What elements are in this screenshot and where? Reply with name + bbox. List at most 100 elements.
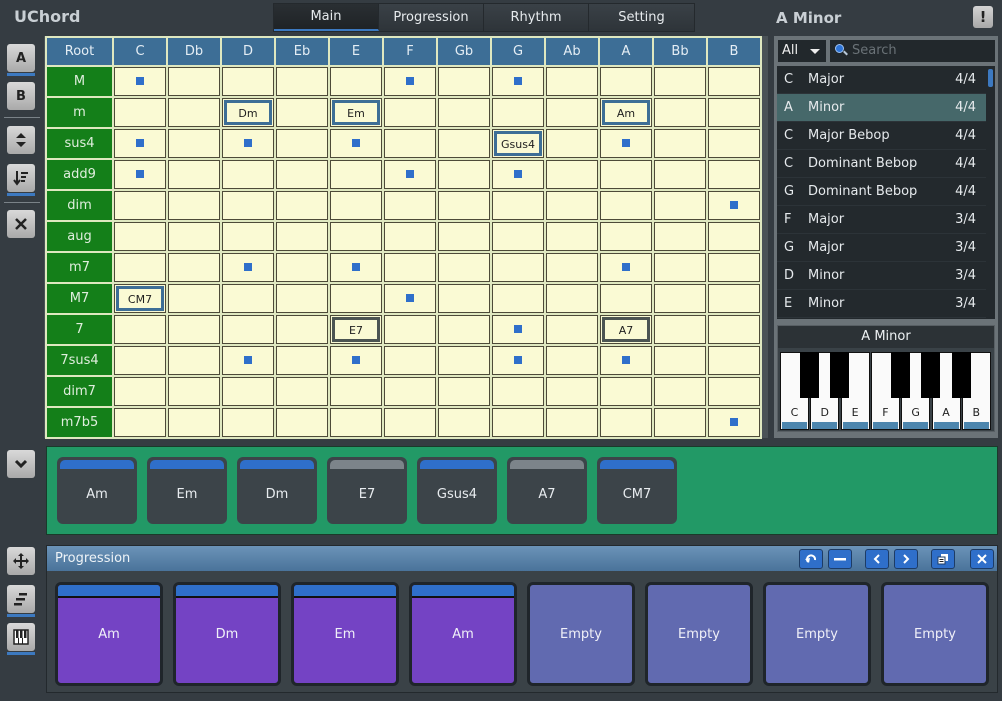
selected-chord[interactable]: Dm xyxy=(224,100,272,125)
align-button[interactable] xyxy=(7,585,35,617)
grid-cell[interactable] xyxy=(708,129,760,158)
scale-list-item[interactable]: C Dominant Bebop 4/4 xyxy=(777,150,986,178)
grid-cell[interactable] xyxy=(600,284,652,313)
grid-cell[interactable]: Dm xyxy=(222,98,274,127)
grid-cell[interactable] xyxy=(438,98,490,127)
column-header-f[interactable]: F xyxy=(384,38,436,65)
mode-a-button[interactable]: A xyxy=(7,44,35,76)
grid-cell[interactable] xyxy=(168,67,220,96)
progression-slot[interactable]: Empty xyxy=(881,582,989,686)
grid-cell[interactable] xyxy=(222,160,274,189)
grid-cell[interactable] xyxy=(384,408,436,437)
grid-cell[interactable] xyxy=(546,315,598,344)
grid-cell[interactable]: A7 xyxy=(600,315,652,344)
grid-cell[interactable] xyxy=(114,377,166,406)
grid-cell[interactable] xyxy=(330,129,382,158)
grid-cell[interactable] xyxy=(600,160,652,189)
grid-cell[interactable] xyxy=(168,160,220,189)
grid-cell[interactable] xyxy=(114,98,166,127)
remove-button[interactable] xyxy=(828,549,852,569)
grid-cell[interactable] xyxy=(492,346,544,375)
grid-cell[interactable] xyxy=(384,191,436,220)
piano-black-key[interactable] xyxy=(830,352,850,398)
grid-cell[interactable]: Am xyxy=(600,98,652,127)
column-header-a[interactable]: A xyxy=(600,38,652,65)
grid-cell[interactable] xyxy=(222,284,274,313)
scale-list-item[interactable]: E Minor 3/4 xyxy=(777,290,986,318)
grid-cell[interactable] xyxy=(708,408,760,437)
piano-black-key[interactable] xyxy=(951,352,971,398)
grid-cell[interactable] xyxy=(330,67,382,96)
grid-cell[interactable] xyxy=(654,129,706,158)
grid-cell[interactable] xyxy=(384,377,436,406)
grid-cell[interactable] xyxy=(654,408,706,437)
grid-cell[interactable] xyxy=(438,377,490,406)
column-header-d[interactable]: D xyxy=(222,38,274,65)
column-header-g[interactable]: G xyxy=(492,38,544,65)
grid-cell[interactable] xyxy=(492,160,544,189)
grid-cell[interactable] xyxy=(438,315,490,344)
move-button[interactable] xyxy=(7,547,35,575)
grid-cell[interactable] xyxy=(330,346,382,375)
grid-cell[interactable] xyxy=(222,346,274,375)
progression-slot[interactable]: Am xyxy=(55,582,163,686)
grid-cell[interactable] xyxy=(168,377,220,406)
grid-cell[interactable] xyxy=(168,222,220,251)
grid-cell[interactable] xyxy=(492,253,544,282)
grid-cell[interactable] xyxy=(438,222,490,251)
close-progression-button[interactable] xyxy=(970,549,994,569)
row-header-m7[interactable]: m7 xyxy=(47,253,112,282)
grid-cell[interactable]: CM7 xyxy=(114,284,166,313)
grid-cell[interactable] xyxy=(492,408,544,437)
grid-cell[interactable] xyxy=(384,222,436,251)
grid-cell[interactable] xyxy=(384,284,436,313)
grid-cell[interactable] xyxy=(276,346,328,375)
tab-main[interactable]: Main xyxy=(274,4,379,31)
selected-chord[interactable]: Gsus4 xyxy=(494,131,542,156)
grid-cell[interactable] xyxy=(114,160,166,189)
selected-chord[interactable]: E7 xyxy=(332,317,380,342)
selected-chord[interactable]: Am xyxy=(602,100,650,125)
grid-cell[interactable] xyxy=(438,191,490,220)
grid-cell[interactable] xyxy=(492,222,544,251)
grid-cell[interactable] xyxy=(654,191,706,220)
grid-cell[interactable] xyxy=(114,315,166,344)
scale-list-item[interactable]: A Minor 4/4 xyxy=(777,94,986,122)
grid-cell[interactable] xyxy=(546,377,598,406)
grid-cell[interactable]: Gsus4 xyxy=(492,129,544,158)
column-header-ab[interactable]: Ab xyxy=(546,38,598,65)
grid-cell[interactable] xyxy=(114,222,166,251)
grid-cell[interactable] xyxy=(222,191,274,220)
palette-chord-card[interactable]: Dm xyxy=(237,457,317,524)
row-header-aug[interactable]: aug xyxy=(47,222,112,251)
grid-cell[interactable] xyxy=(276,315,328,344)
grid-cell[interactable] xyxy=(654,67,706,96)
scale-list-item[interactable]: G Major 3/4 xyxy=(777,234,986,262)
grid-cell[interactable] xyxy=(654,315,706,344)
scale-list-item[interactable]: G Dominant Bebop 4/4 xyxy=(777,178,986,206)
grid-cell[interactable] xyxy=(600,346,652,375)
selected-chord[interactable]: CM7 xyxy=(116,286,164,311)
piano-black-key[interactable] xyxy=(921,352,941,398)
palette-chord-card[interactable]: Gsus4 xyxy=(417,457,497,524)
alert-button[interactable]: ! xyxy=(973,6,993,28)
grid-cell[interactable] xyxy=(168,346,220,375)
selected-chord[interactable]: Em xyxy=(332,100,380,125)
grid-cell[interactable] xyxy=(492,98,544,127)
grid-cell[interactable] xyxy=(546,160,598,189)
piano-black-key[interactable] xyxy=(800,352,819,398)
row-header-sus4[interactable]: sus4 xyxy=(47,129,112,158)
row-header-dim[interactable]: dim xyxy=(47,191,112,220)
piano-black-key[interactable] xyxy=(890,352,910,398)
grid-cell[interactable] xyxy=(438,408,490,437)
grid-cell[interactable] xyxy=(708,346,760,375)
grid-cell[interactable] xyxy=(330,377,382,406)
grid-cell[interactable] xyxy=(546,346,598,375)
grid-cell[interactable] xyxy=(438,284,490,313)
row-header-7sus4[interactable]: 7sus4 xyxy=(47,346,112,375)
progression-slot[interactable]: Empty xyxy=(645,582,753,686)
grid-cell[interactable]: Em xyxy=(330,98,382,127)
grid-cell[interactable] xyxy=(492,315,544,344)
grid-cell[interactable] xyxy=(330,160,382,189)
grid-cell[interactable] xyxy=(654,160,706,189)
